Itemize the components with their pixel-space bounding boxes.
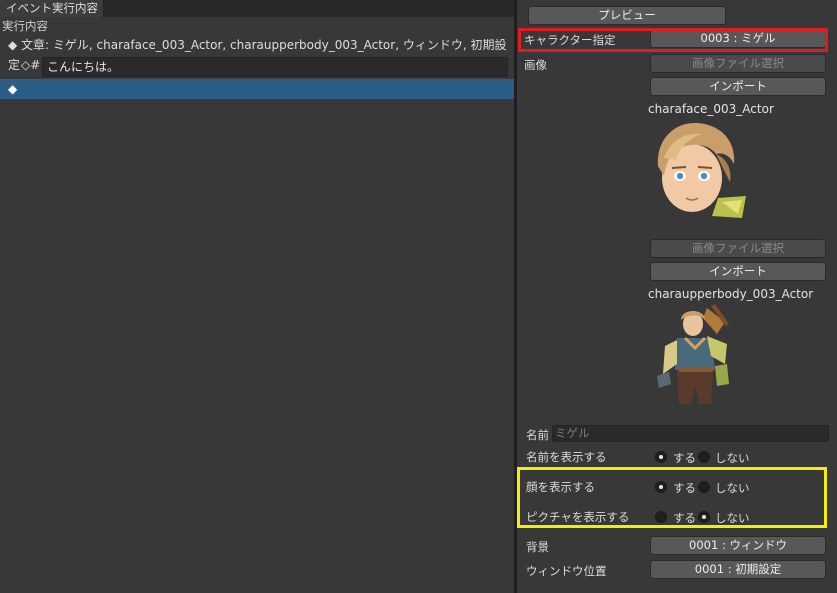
show-name-no-radio[interactable] <box>698 451 710 463</box>
background-label: 背景 <box>526 540 549 554</box>
tab-bar: イベント実行内容 <box>0 0 514 17</box>
show-picture-no-radio[interactable] <box>698 511 710 523</box>
name-input[interactable]: ミゲル <box>552 425 829 442</box>
body-asset-name: charaupperbody_003_Actor <box>648 287 814 301</box>
event-content-panel: イベント実行内容 実行内容 ◆ 文章: ミゲル, charaface_003_A… <box>0 0 514 593</box>
show-face-yes-label: する <box>673 481 696 495</box>
show-name-label: 名前を表示する <box>526 450 607 464</box>
show-picture-label: ピクチャを表示する <box>526 510 630 524</box>
show-name-no-label: しない <box>715 451 750 465</box>
command-row-empty[interactable]: ◆ <box>0 79 514 99</box>
show-picture-no-label: しない <box>715 511 750 525</box>
face-asset-name: charaface_003_Actor <box>648 102 774 116</box>
show-name-yes-radio[interactable] <box>655 451 667 463</box>
character-select[interactable]: 0003 : ミゲル <box>650 29 826 48</box>
text-line-prefix: ◇# <box>21 58 41 72</box>
face-image <box>657 122 746 218</box>
select-face-image-button[interactable]: 画像ファイル選択 <box>650 54 826 73</box>
select-body-image-button[interactable]: 画像ファイル選択 <box>650 239 826 258</box>
show-face-no-radio[interactable] <box>698 481 710 493</box>
show-face-label: 顔を表示する <box>526 480 595 494</box>
body-image <box>657 304 729 404</box>
show-picture-yes-label: する <box>673 511 696 525</box>
preview-button[interactable]: プレビュー <box>528 6 726 25</box>
tab-event-content[interactable]: イベント実行内容 <box>0 0 104 17</box>
show-face-no-label: しない <box>715 481 750 495</box>
message-text-field[interactable]: こんにちは。 <box>42 57 508 77</box>
character-label: キャラクター指定 <box>524 33 616 47</box>
background-select[interactable]: 0001 : ウィンドウ <box>650 536 826 555</box>
import-body-button[interactable]: インポート <box>650 262 826 281</box>
section-label: 実行内容 <box>2 19 48 33</box>
import-face-button[interactable]: インポート <box>650 77 826 96</box>
show-name-yes-label: する <box>673 451 696 465</box>
show-picture-yes-radio[interactable] <box>655 511 667 523</box>
image-label: 画像 <box>524 58 547 72</box>
window-position-label: ウィンドウ位置 <box>526 564 607 578</box>
name-label: 名前 <box>526 428 549 442</box>
show-face-yes-radio[interactable] <box>655 481 667 493</box>
window-position-select[interactable]: 0001 : 初期設定 <box>650 560 826 579</box>
command-row-text[interactable]: ◆ 文章: ミゲル, charaface_003_Actor, charaupp… <box>0 35 514 72</box>
